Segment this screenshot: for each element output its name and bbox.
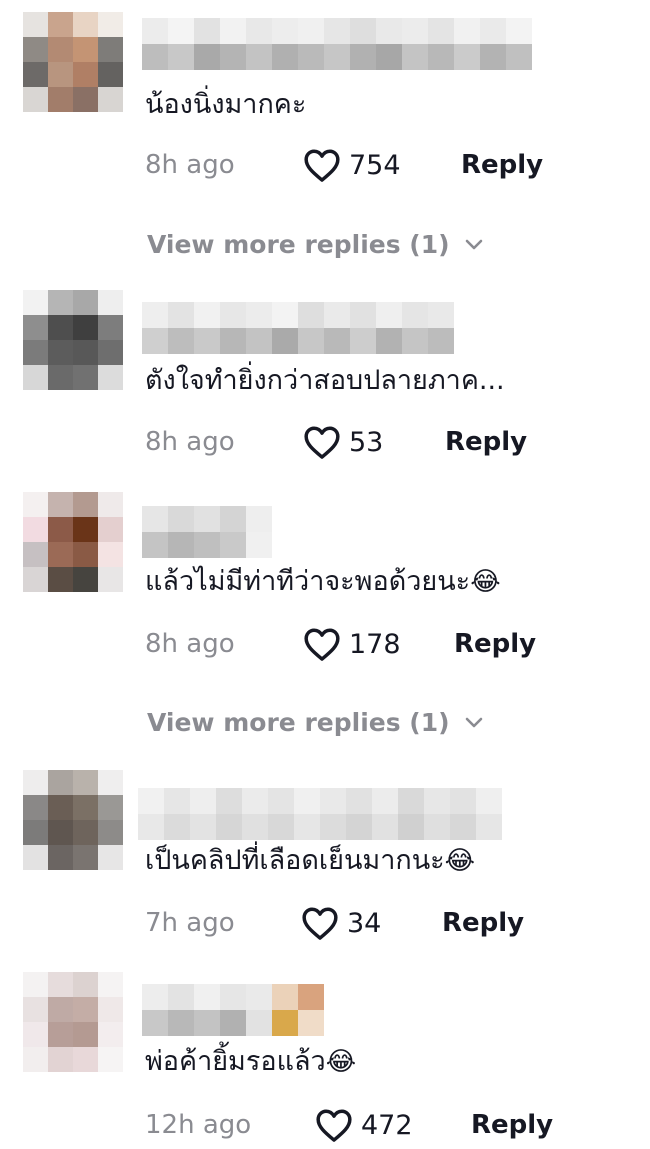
- like-button[interactable]: 472: [315, 1107, 413, 1143]
- reply-button[interactable]: Reply: [461, 150, 543, 180]
- like-count: 754: [349, 149, 401, 181]
- comment-text: แล้วไม่มีท่าทีว่าจะพอด้วยนะ😂: [145, 566, 501, 597]
- timestamp: 8h ago: [145, 427, 235, 457]
- username-blurred[interactable]: [142, 984, 324, 1044]
- timestamp: 8h ago: [145, 150, 235, 180]
- username-blurred[interactable]: [142, 302, 454, 362]
- like-button[interactable]: 178: [303, 626, 401, 662]
- avatar[interactable]: [23, 290, 123, 390]
- view-more-replies-label: View more replies (1): [147, 230, 450, 259]
- timestamp: 8h ago: [145, 629, 235, 659]
- avatar[interactable]: [23, 972, 123, 1072]
- comment-item: ตังใจทำยิ่งกว่าสอบปลายภาค... 8h ago 53 R…: [0, 290, 650, 480]
- heart-icon: [302, 907, 338, 940]
- laughing-emoji: 😂: [470, 567, 501, 597]
- reply-button[interactable]: Reply: [442, 908, 524, 938]
- username-blurred[interactable]: [138, 788, 502, 848]
- comment-text: ตังใจทำยิ่งกว่าสอบปลายภาค...: [145, 365, 505, 396]
- heart-icon: [304, 628, 340, 661]
- comment-actions: 8h ago 754 Reply: [145, 145, 650, 185]
- reply-button[interactable]: Reply: [445, 427, 527, 457]
- username-blurred[interactable]: [142, 506, 272, 566]
- like-count: 34: [347, 907, 382, 939]
- view-more-replies-label: View more replies (1): [147, 708, 450, 737]
- avatar[interactable]: [23, 492, 123, 592]
- comment-text: พ่อค้ายิ้มรอแล้ว😂: [145, 1046, 357, 1077]
- chevron-down-icon: [465, 717, 482, 727]
- timestamp: 12h ago: [145, 1110, 252, 1140]
- comment-text: น้องนิ่งมากคะ: [145, 89, 307, 120]
- timestamp: 7h ago: [145, 908, 235, 938]
- laughing-emoji: 😂: [325, 1047, 357, 1077]
- comment-item: เป็นคลิปที่เลือดเย็นมากนะ😂 7h ago 34 Rep…: [0, 770, 650, 960]
- like-count: 472: [361, 1109, 413, 1141]
- like-button[interactable]: 754: [303, 147, 401, 183]
- avatar[interactable]: [23, 770, 123, 870]
- comment-text: เป็นคลิปที่เลือดเย็นมากนะ😂: [145, 845, 476, 876]
- like-button[interactable]: 34: [301, 905, 381, 941]
- comment-actions: 8h ago 178 Reply: [145, 624, 650, 664]
- comment-actions: 7h ago 34 Reply: [145, 903, 650, 943]
- heart-icon: [304, 426, 340, 459]
- comment-item: พ่อค้ายิ้มรอแล้ว😂 12h ago 472 Reply: [0, 972, 650, 1149]
- view-more-replies-button[interactable]: View more replies (1): [147, 230, 484, 259]
- comment-actions: 8h ago 53 Reply: [145, 422, 650, 462]
- chevron-down-icon: [465, 239, 482, 249]
- comment-item: แล้วไม่มีท่าทีว่าจะพอด้วยนะ😂 8h ago 178 …: [0, 492, 650, 752]
- comment-actions: 12h ago 472 Reply: [145, 1105, 650, 1145]
- view-more-replies-button[interactable]: View more replies (1): [147, 708, 484, 737]
- reply-button[interactable]: Reply: [454, 629, 536, 659]
- like-count: 53: [349, 426, 384, 458]
- like-count: 178: [349, 628, 401, 660]
- avatar[interactable]: [23, 12, 123, 112]
- reply-button[interactable]: Reply: [471, 1110, 553, 1140]
- username-blurred[interactable]: [142, 18, 532, 78]
- laughing-emoji: 😂: [444, 846, 476, 876]
- comment-item: น้องนิ่งมากคะ 8h ago 754 Reply View more…: [0, 12, 650, 259]
- like-button[interactable]: 53: [303, 424, 383, 460]
- heart-icon: [316, 1109, 352, 1142]
- heart-icon: [304, 149, 340, 182]
